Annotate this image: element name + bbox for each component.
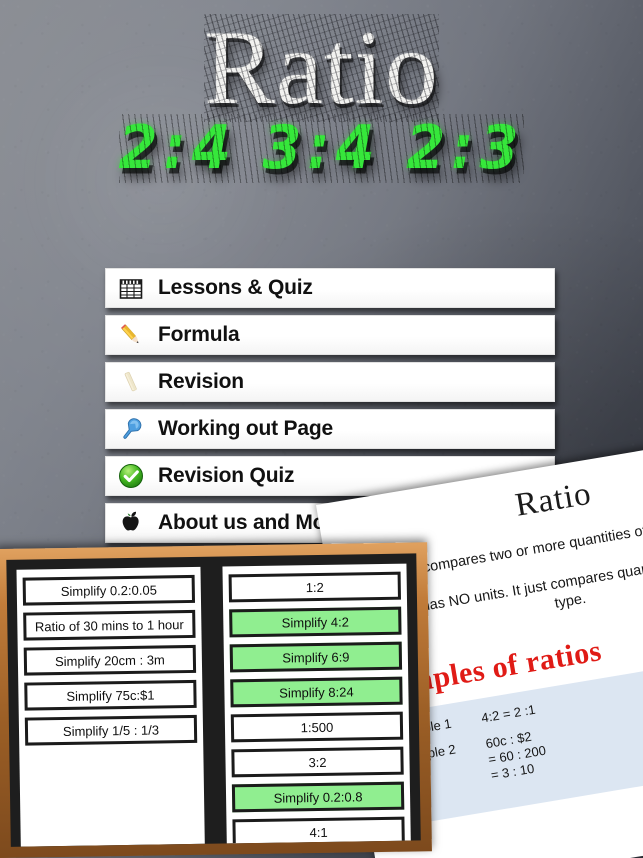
apple-icon bbox=[116, 508, 146, 538]
quiz-option[interactable]: Simplify 20cm : 3m bbox=[23, 644, 197, 676]
quiz-option[interactable]: Simplify 1/5 : 1/3 bbox=[24, 714, 198, 746]
menu-button-formula[interactable]: Formula bbox=[105, 315, 555, 355]
quiz-option[interactable]: 4:1 bbox=[232, 816, 405, 844]
quiz-right-column: 1:2 Simplify 4:2 Simplify 6:9 Simplify 8:24… bbox=[222, 563, 411, 844]
quiz-option[interactable]: 3:2 bbox=[231, 746, 404, 778]
quiz-option[interactable]: Simplify 75c:$1 bbox=[24, 679, 197, 711]
menu-button-label: Revision Quiz bbox=[158, 464, 295, 487]
green-check-icon bbox=[116, 461, 146, 491]
quiz-option[interactable]: Simplify 0.2:0.8 bbox=[231, 781, 405, 813]
quiz-window-inner: Simplify 0.2:0.05 Ratio of 30 mins to 1 h… bbox=[6, 553, 421, 847]
quiz-option[interactable]: Simplify 8:24 bbox=[230, 676, 403, 708]
lesson-example-line: 4:2 = 2 :1 bbox=[480, 701, 537, 726]
menu-button-lessons-quiz[interactable]: Lessons & Quiz bbox=[105, 268, 555, 308]
quiz-option[interactable]: 1:500 bbox=[230, 711, 404, 743]
menu-button-label: Working out Page bbox=[158, 417, 333, 440]
quiz-left-column: Simplify 0.2:0.05 Ratio of 30 mins to 1 h… bbox=[16, 566, 205, 847]
chalk-stick-icon bbox=[116, 367, 146, 397]
quiz-option[interactable]: Simplify 4:2 bbox=[229, 606, 402, 638]
menu-button-label: Formula bbox=[158, 323, 240, 346]
quiz-option[interactable]: Ratio of 30 mins to 1 hour bbox=[23, 609, 196, 641]
quiz-option[interactable]: Simplify 6:9 bbox=[229, 641, 403, 673]
app-screenshot: Ratio 2:4 3:4 2:3 Lessons & Quiz Formula R… bbox=[0, 0, 643, 858]
quiz-window-frame: Simplify 0.2:0.05 Ratio of 30 mins to 1 h… bbox=[0, 542, 432, 858]
quiz-option[interactable]: 1:2 bbox=[228, 571, 401, 603]
menu-button-working-out-page[interactable]: Working out Page bbox=[105, 409, 555, 449]
calendar-notebook-icon bbox=[116, 273, 146, 303]
menu-button-revision[interactable]: Revision bbox=[105, 362, 555, 402]
wrench-icon bbox=[116, 414, 146, 444]
menu-button-label: Lessons & Quiz bbox=[158, 276, 313, 299]
menu-button-label: Revision bbox=[158, 370, 244, 393]
pencil-icon bbox=[116, 320, 146, 350]
quiz-option[interactable]: Simplify 0.2:0.05 bbox=[22, 574, 196, 606]
lesson-example-value: 4:2 = 2 :1 bbox=[480, 701, 537, 726]
lesson-example-value: 60c : $2 = 60 : 200 = 3 : 10 bbox=[484, 727, 549, 785]
